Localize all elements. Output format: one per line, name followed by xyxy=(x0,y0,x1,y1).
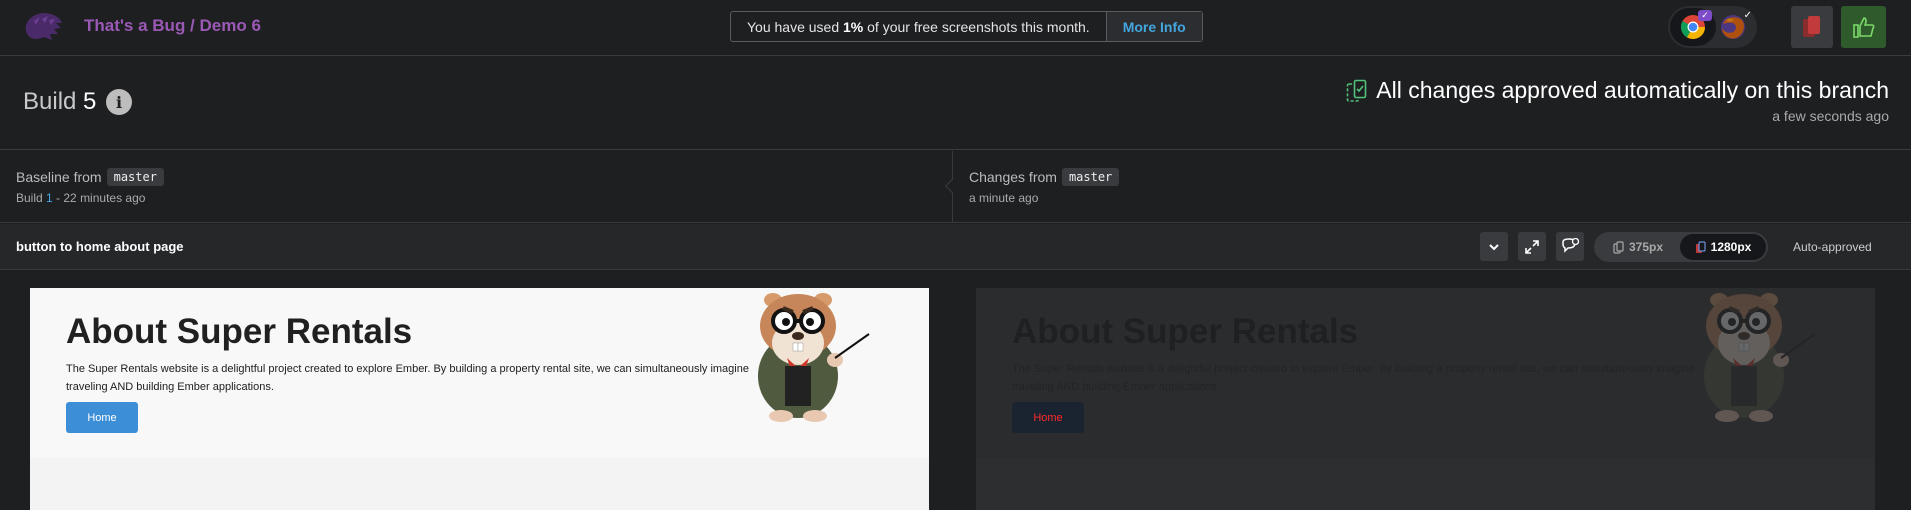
build-title: Build 5 xyxy=(23,88,97,115)
baseline-build-info: Build 1 - 22 minutes ago xyxy=(16,191,146,205)
approval-status-text: All changes approved automatically on th… xyxy=(1376,77,1889,103)
home-button: Home xyxy=(66,402,138,433)
home-button: Home xyxy=(1012,402,1084,433)
approval-status: All changes approved automatically on th… xyxy=(1346,77,1889,104)
page-footer-band xyxy=(30,458,929,510)
comparison-screenshot[interactable]: About Super Rentals The Super Rentals we… xyxy=(976,288,1875,510)
baseline-screenshot[interactable]: About Super Rentals The Super Rentals we… xyxy=(30,288,929,510)
cards-icon xyxy=(1803,16,1820,37)
page-heading: About Super Rentals xyxy=(66,312,413,351)
usage-text: You have used 1% of your free screenshot… xyxy=(747,18,1090,35)
width-option-1280[interactable]: 1280px xyxy=(1680,234,1766,260)
fullscreen-button[interactable] xyxy=(1518,232,1546,261)
baseline-info: Baseline from master Build 1 - 22 minute… xyxy=(16,168,164,205)
expand-icon xyxy=(1525,239,1539,254)
usage-percent: 1% xyxy=(843,18,864,35)
width-switcher: 375px 1280px xyxy=(1594,232,1768,262)
usage-banner: You have used 1% of your free screenshot… xyxy=(730,11,1203,42)
auto-approved-icon xyxy=(1346,79,1367,102)
browser-switcher: ✓ ✓ xyxy=(1668,6,1757,48)
page-description: The Super Rentals website is a delightfu… xyxy=(1012,363,1695,393)
approve-build-button[interactable] xyxy=(1841,6,1886,48)
build-number: 5 xyxy=(83,88,97,115)
build-header: Build 5 i All changes approved automatic… xyxy=(0,57,1911,150)
page-heading: About Super Rentals xyxy=(1012,312,1359,351)
approval-time: a few seconds ago xyxy=(1772,108,1889,124)
comment-button[interactable] xyxy=(1556,232,1584,261)
info-icon[interactable]: i xyxy=(106,89,132,115)
snapshot-status: Auto-approved xyxy=(1793,240,1872,254)
reject-build-button[interactable] xyxy=(1791,6,1833,48)
snapshot-name: button to home about page xyxy=(16,239,184,254)
baseline-build-link[interactable]: 1 xyxy=(46,191,53,205)
more-info-button[interactable]: More Info xyxy=(1105,12,1202,41)
approved-check-icon: ✓ xyxy=(1743,10,1752,21)
project-title[interactable]: That's a Bug / Demo 6 xyxy=(84,16,261,36)
changes-time: a minute ago xyxy=(969,191,1039,205)
width-option-375[interactable]: 375px xyxy=(1598,234,1678,260)
mobile-width-icon xyxy=(1613,240,1624,254)
browser-tab-firefox[interactable]: ✓ xyxy=(1710,8,1756,46)
baseline-branch-tag: master xyxy=(106,168,164,186)
firefox-icon xyxy=(1721,15,1745,39)
chevron-down-icon xyxy=(1489,243,1499,250)
desktop-width-icon xyxy=(1695,240,1706,253)
page-description: The Super Rentals website is a delightfu… xyxy=(66,363,749,393)
tomster-mascot-icon xyxy=(1704,293,1816,422)
collapse-snapshot-button[interactable] xyxy=(1480,232,1508,261)
thumbs-up-icon xyxy=(1852,17,1874,38)
percy-logo-icon[interactable] xyxy=(22,9,64,45)
changes-branch-tag: master xyxy=(1061,168,1120,186)
tomster-mascot-icon xyxy=(758,293,870,422)
baseline-label: Baseline from xyxy=(16,169,102,185)
page-footer-band xyxy=(976,458,1875,510)
comment-icon xyxy=(1562,237,1580,253)
snapshot-header: button to home about page 375px 1280px A… xyxy=(0,224,1911,270)
top-bar: That's a Bug / Demo 6 You have used 1% o… xyxy=(0,0,1911,56)
changes-label: Changes from xyxy=(969,169,1057,185)
approved-check-icon: ✓ xyxy=(1698,10,1712,21)
changes-info: Changes from master a minute ago xyxy=(969,168,1120,205)
